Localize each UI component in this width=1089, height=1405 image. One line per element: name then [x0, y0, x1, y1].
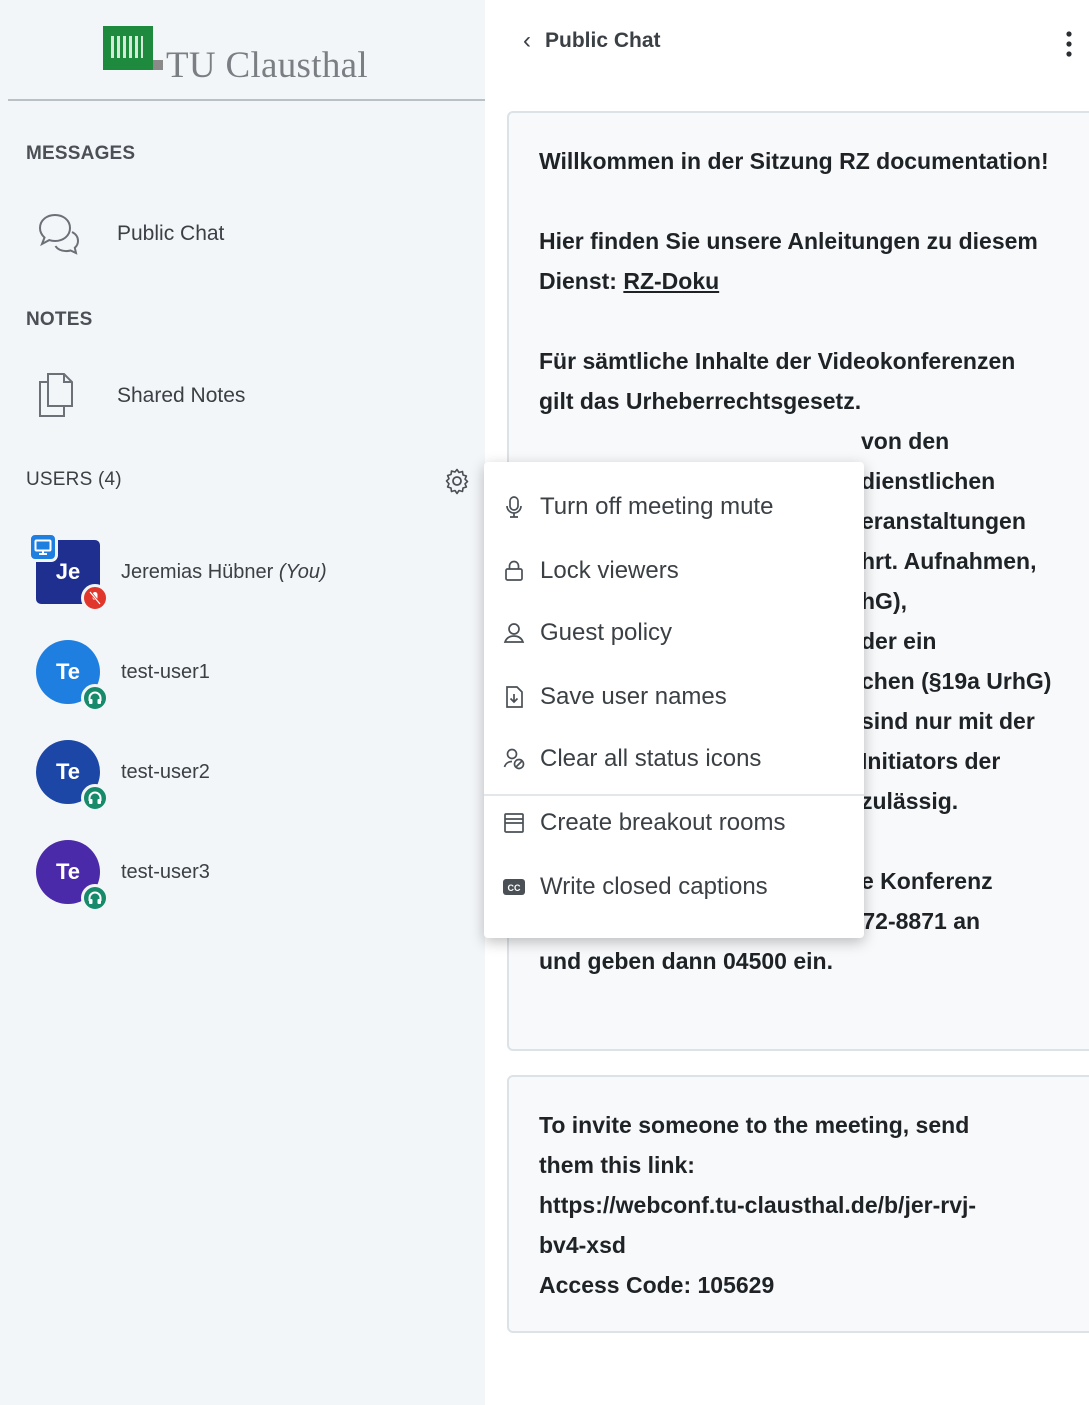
invite-link[interactable]: https://webconf.tu-clausthal.de/b/jer-rv…	[539, 1185, 1065, 1225]
access-code: Access Code: 105629	[539, 1272, 775, 1298]
download-file-icon	[500, 683, 528, 711]
user-icon	[500, 619, 528, 647]
tu-clausthal-logo-mark	[103, 26, 163, 70]
user-list-item[interactable]: Te test-user3	[0, 840, 485, 920]
session-name: RZ documentation	[839, 148, 1041, 174]
microphone-icon	[500, 493, 528, 521]
user-list-item[interactable]: Te test-user2	[0, 740, 485, 820]
chat-bubbles-icon	[38, 213, 80, 255]
svg-text:CC: CC	[508, 883, 521, 893]
menu-item-create-breakout-rooms[interactable]: Create breakout rooms	[484, 796, 864, 850]
sidebar-item-public-chat[interactable]: Public Chat	[0, 208, 485, 268]
headphones-icon	[81, 684, 109, 712]
logo-name: TU Clausthal	[166, 45, 368, 86]
sidebar: TU Clausthal MESSAGES Public Chat NOTES …	[0, 0, 485, 1405]
gear-icon[interactable]	[443, 467, 471, 495]
closed-captions-icon: CC	[500, 873, 528, 901]
invite-message: To invite someone to the meeting, send t…	[507, 1075, 1089, 1333]
menu-item-turn-off-meeting-mute[interactable]: Turn off meeting mute	[484, 480, 864, 534]
chevron-left-icon: ‹	[523, 27, 531, 54]
sidebar-item-shared-notes[interactable]: Shared Notes	[0, 370, 485, 430]
menu-item-clear-status-icons[interactable]: Clear all status icons	[484, 732, 864, 786]
messages-heading: MESSAGES	[26, 143, 136, 164]
notes-heading: NOTES	[26, 309, 93, 330]
more-options-icon[interactable]	[1058, 26, 1080, 62]
headphones-icon	[81, 884, 109, 912]
menu-item-write-closed-captions[interactable]: CC Write closed captions	[484, 860, 864, 914]
clear-status-icon	[500, 745, 528, 773]
guide-text: Hier finden Sie unsere Anleitungen zu di…	[539, 228, 1038, 294]
rz-doku-link[interactable]: RZ-Doku	[623, 268, 719, 294]
menu-item-lock-viewers[interactable]: Lock viewers	[484, 544, 864, 598]
menu-item-guest-policy[interactable]: Guest policy	[484, 606, 864, 660]
lock-icon	[500, 557, 528, 585]
rooms-icon	[500, 809, 528, 837]
user-list-item[interactable]: Te test-user1	[0, 640, 485, 720]
public-chat-label: Public Chat	[117, 222, 225, 245]
user-name: Jeremias Hübner (You)	[121, 561, 327, 583]
user-name: test-user1	[121, 661, 210, 683]
notes-icon	[39, 373, 73, 417]
logo: TU Clausthal	[8, 0, 485, 101]
welcome-text: Willkommen in der Sitzung	[539, 148, 840, 174]
back-to-chat-button[interactable]: ‹ Public Chat	[523, 27, 661, 55]
users-heading: USERS (4)	[26, 469, 122, 490]
user-list-item[interactable]: Je Jeremias Hübner (You)	[0, 532, 485, 620]
muted-microphone-icon	[81, 584, 109, 612]
presenter-icon	[28, 532, 58, 562]
user-name: test-user2	[121, 761, 210, 783]
headphones-icon	[81, 784, 109, 812]
chat-title: Public Chat	[545, 29, 661, 52]
menu-item-save-user-names[interactable]: Save user names	[484, 670, 864, 724]
shared-notes-label: Shared Notes	[117, 384, 246, 407]
user-name: test-user3	[121, 861, 210, 883]
user-options-menu: Turn off meeting mute Lock viewers Guest…	[484, 462, 864, 938]
